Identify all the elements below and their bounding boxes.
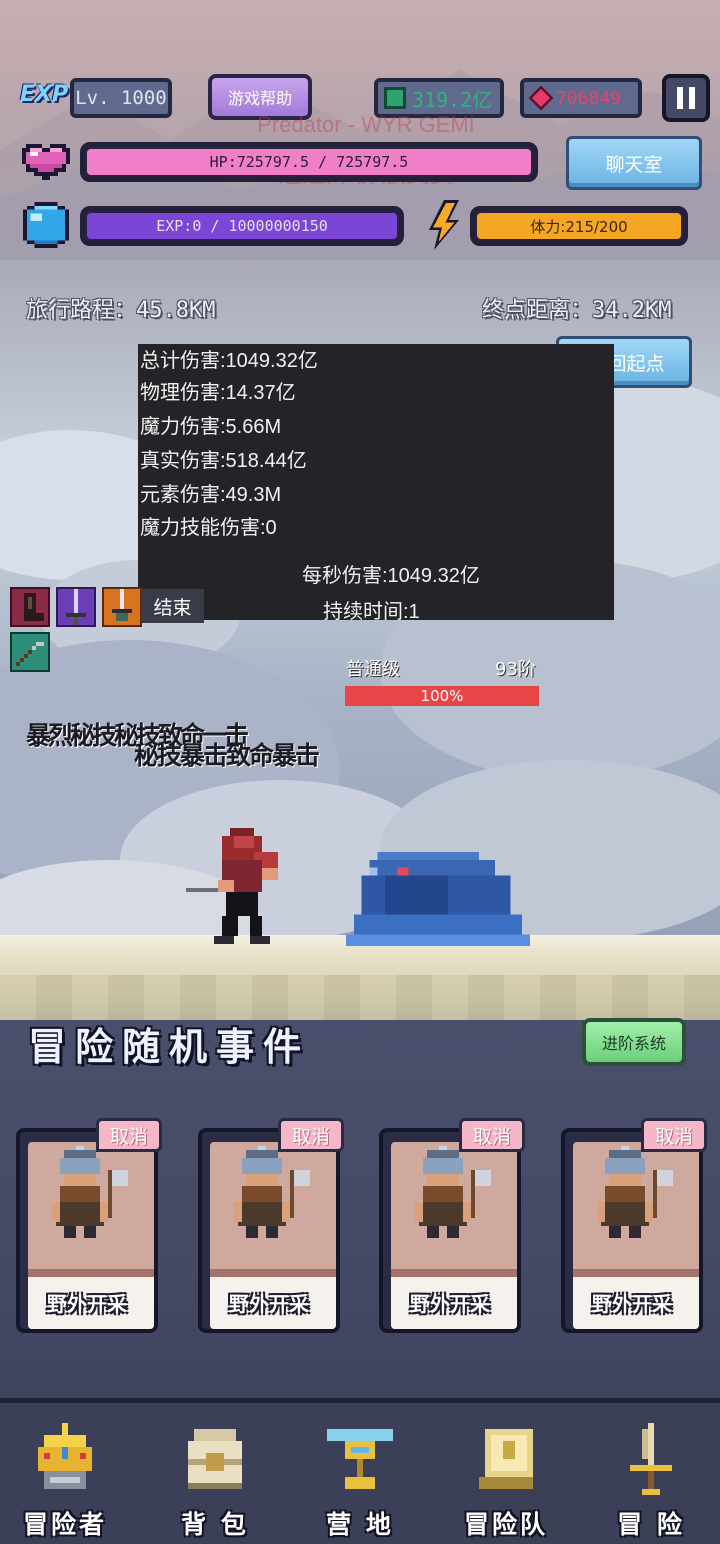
sword-icon	[630, 1423, 672, 1495]
nav-camp-label: 营 地	[326, 1510, 394, 1539]
advance-system-button[interactable]: 进阶系统	[582, 1018, 686, 1066]
cancel-label: 取消	[291, 1125, 330, 1148]
event-card-label: 野外开采	[47, 1292, 127, 1316]
miner-icon	[52, 1146, 128, 1238]
end-label: 结束	[153, 596, 192, 619]
nav-adventurer[interactable]: 冒险者	[10, 1423, 120, 1543]
enemy-tier: 93阶	[495, 659, 536, 680]
gem-amount: 319.2亿	[412, 87, 493, 112]
exp-bar: EXP:0 / 10000000150	[80, 206, 404, 246]
nav-adventure-label: 冒 险	[617, 1510, 685, 1539]
ruby-counter: 706849	[520, 78, 642, 118]
pause-icon	[677, 87, 683, 109]
event-card[interactable]: 野外开采 取消	[379, 1118, 525, 1333]
exp-badge-icon: EXP	[20, 82, 72, 112]
event-card-label: 野外开采	[410, 1292, 490, 1316]
exp-badge-text: EXP	[20, 82, 69, 107]
heart-icon	[22, 140, 70, 184]
backpack-icon	[188, 1429, 242, 1489]
stamina-bar: 体力:215/200	[470, 206, 688, 246]
cancel-label: 取消	[472, 1125, 511, 1148]
element-damage: 元素伤害:49.3M	[140, 484, 282, 506]
game-help-label: 游戏帮助	[227, 89, 292, 108]
event-card[interactable]: 野外开采 取消	[198, 1118, 344, 1333]
chat-room-button[interactable]: 聊天室	[566, 136, 702, 190]
events-title: 冒险随机事件	[28, 1025, 311, 1069]
ruby-amount: 706849	[556, 87, 622, 109]
enemy-rank: 普通级	[346, 659, 400, 680]
nav-team[interactable]: 冒险队	[451, 1423, 561, 1543]
card-band	[28, 1269, 154, 1277]
magic-damage: 魔力伤害:5.66M	[140, 416, 282, 438]
bottom-nav: 冒险者 背 包 营 地 冒险队 冒 险	[0, 1398, 720, 1544]
level-text: Lv. 1000	[75, 87, 167, 109]
cancel-label: 取消	[109, 1125, 148, 1148]
lightning-icon	[424, 200, 464, 250]
nav-backpack-label: 背 包	[181, 1510, 249, 1539]
chat-room-label: 聊天室	[605, 153, 663, 176]
card-band	[391, 1269, 517, 1277]
remaining-distance: 终点距离：34.2KM	[482, 298, 672, 323]
hp-text: HP:725797.5 / 725797.5	[209, 153, 409, 171]
crown-icon	[38, 1423, 92, 1489]
card-band	[210, 1269, 336, 1277]
spear-skill-icon[interactable]	[10, 632, 50, 672]
cancel-label: 取消	[654, 1125, 693, 1148]
watermark-line1: Predator - WYR GEMI	[257, 112, 475, 137]
true-damage: 真实伤害:518.44亿	[140, 450, 307, 472]
miner-icon	[415, 1146, 491, 1238]
book-icon	[479, 1429, 533, 1489]
pause-button[interactable]	[662, 74, 710, 122]
travel-distance: 旅行路程：45.8KM	[26, 298, 216, 323]
damage-stats-panel: 总计伤害:1049.32亿 物理伤害:14.37亿 魔力伤害:5.66M 真实伤…	[138, 344, 614, 623]
blade-skill-icon[interactable]	[102, 587, 142, 627]
exp-text: EXP:0 / 10000000150	[156, 217, 328, 235]
enemy-hp-bar: 100%	[345, 686, 539, 706]
nav-team-label: 冒险队	[463, 1510, 548, 1539]
level-chip: Lv. 1000	[70, 78, 172, 118]
trophy-icon	[327, 1429, 393, 1489]
combat-text-2: 秘技暴击致命暴击	[134, 741, 320, 770]
physical-damage: 物理伤害:14.37亿	[140, 382, 296, 404]
end-button[interactable]: 结束	[141, 589, 204, 623]
boot-skill-icon[interactable]	[10, 587, 50, 627]
miner-icon	[597, 1146, 673, 1238]
event-card-label: 野外开采	[592, 1292, 672, 1316]
miner-icon	[234, 1146, 310, 1238]
total-damage: 总计伤害:1049.32亿	[140, 350, 318, 372]
mana-orb-icon	[22, 202, 70, 248]
ruby-icon	[528, 85, 554, 111]
slime-enemy-sprite	[344, 852, 532, 946]
cancel-button[interactable]: 取消	[459, 1118, 525, 1152]
nav-adventure[interactable]: 冒 险	[596, 1423, 706, 1543]
nav-camp[interactable]: 营 地	[305, 1423, 415, 1543]
stamina-text: 体力:215/200	[530, 217, 628, 236]
event-card[interactable]: 野外开采 取消	[561, 1118, 707, 1333]
hp-bar: HP:725797.5 / 725797.5	[80, 142, 538, 182]
cancel-button[interactable]: 取消	[641, 1118, 707, 1152]
damage-duration: 持续时间:1	[323, 601, 420, 623]
pause-icon-bar	[689, 87, 695, 109]
event-card[interactable]: 野外开采 取消	[16, 1118, 162, 1333]
card-band	[573, 1269, 699, 1277]
nav-backpack[interactable]: 背 包	[160, 1423, 270, 1543]
enemy-hp-percent: 100%	[420, 687, 464, 705]
magic-skill-damage: 魔力技能伤害:0	[140, 517, 277, 539]
gem-icon	[384, 87, 406, 109]
hero-sprite	[186, 828, 306, 944]
event-card-label: 野外开采	[229, 1292, 309, 1316]
sword-skill-icon[interactable]	[56, 587, 96, 627]
cancel-button[interactable]: 取消	[278, 1118, 344, 1152]
advance-system-label: 进阶系统	[601, 1034, 666, 1053]
nav-adventurer-label: 冒险者	[22, 1510, 107, 1539]
damage-per-second: 每秒伤害:1049.32亿	[302, 565, 480, 587]
ground-rocks	[0, 975, 720, 1020]
cancel-button[interactable]: 取消	[96, 1118, 162, 1152]
